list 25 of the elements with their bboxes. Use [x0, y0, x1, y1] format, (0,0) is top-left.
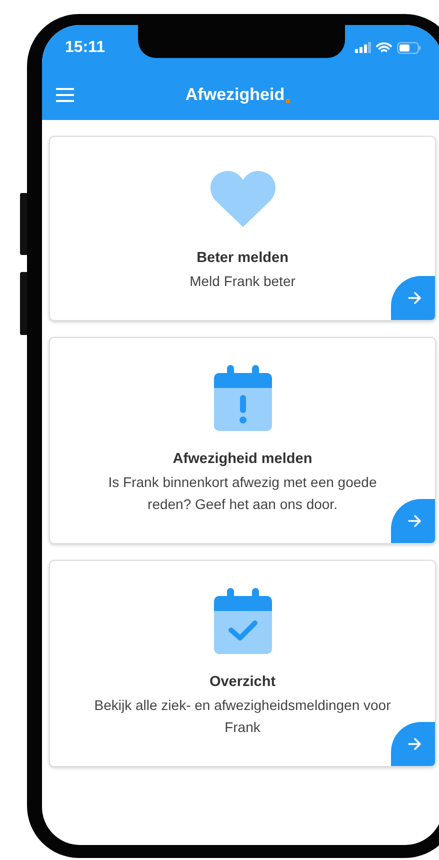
wifi-icon	[376, 42, 392, 54]
option-card[interactable]: Overzicht Bekijk alle ziek- en afwezigheidsmeldingen voor Frank	[49, 560, 436, 767]
heart-icon	[210, 170, 276, 228]
arrow-button[interactable]	[391, 722, 435, 766]
card-title: Overzicht	[209, 674, 276, 690]
arrow-right-icon	[408, 738, 422, 750]
battery-icon	[397, 42, 421, 54]
menu-icon	[56, 88, 74, 102]
card-title: Afwezigheid melden	[172, 451, 312, 467]
option-card[interactable]: Beter melden Meld Frank beter	[49, 136, 436, 321]
status-time: 15:11	[65, 38, 106, 56]
card-description: Bekijk alle ziek- en afwezigheidsmeldingen voor Frank	[94, 696, 391, 737]
arrow-right-icon	[408, 292, 422, 304]
card-description: Is Frank binnenkort afwezig met een goede reden? Geef het aan ons door.	[107, 473, 378, 514]
menu-button[interactable]	[56, 88, 74, 102]
arrow-right-icon	[408, 515, 422, 527]
signal-icon	[355, 42, 371, 53]
arrow-button[interactable]	[391, 499, 435, 543]
arrow-button[interactable]	[391, 276, 435, 320]
calendar-alert-icon	[214, 365, 272, 431]
option-card[interactable]: Afwezigheid melden Is Frank binnenkort afwezig met een goede reden? Geef het aan ons door.	[49, 337, 436, 544]
card-description: Meld Frank beter	[190, 272, 296, 291]
card-title: Beter melden	[196, 250, 288, 266]
calendar-check-icon	[214, 588, 272, 654]
page-title: Afwezigheid	[185, 85, 285, 105]
